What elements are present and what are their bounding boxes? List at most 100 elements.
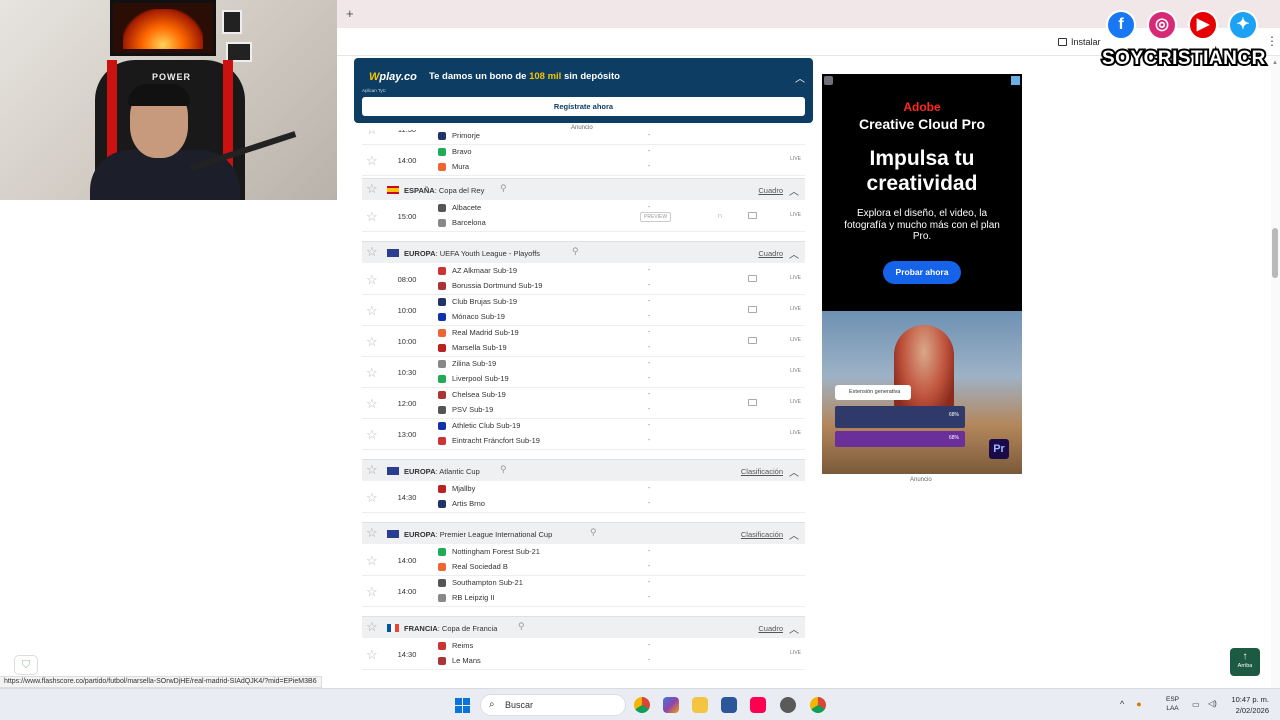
- league-link[interactable]: Cuadro: [758, 624, 783, 633]
- volume-icon[interactable]: ◁): [1208, 699, 1217, 708]
- pin-icon[interactable]: ⚲: [500, 183, 507, 194]
- tv-icon[interactable]: [748, 275, 757, 282]
- live-link[interactable]: LIVE: [790, 368, 801, 374]
- tv-icon[interactable]: [748, 337, 757, 344]
- store-icon[interactable]: [721, 697, 737, 713]
- register-button[interactable]: Regístrate ahora: [362, 97, 805, 116]
- match-row[interactable]: ☆ 14:30 Mjallby Artis Brno - -: [362, 482, 805, 513]
- favorite-star-icon[interactable]: ☆: [366, 365, 378, 381]
- collapse-icon[interactable]: ︿: [789, 527, 799, 542]
- favorite-star-icon[interactable]: ☆: [366, 244, 378, 260]
- live-link[interactable]: LIVE: [790, 399, 801, 405]
- tray-chevron-icon[interactable]: ^: [1120, 699, 1124, 709]
- promo-terms[interactable]: Aplican TyC: [362, 88, 386, 93]
- league-link[interactable]: Cuadro: [758, 249, 783, 258]
- tv-icon[interactable]: [748, 306, 757, 313]
- match-row[interactable]: ☆ 08:00 AZ Alkmaar Sub-19 Borussia Dortmund…: [362, 264, 805, 295]
- system-tray[interactable]: ^ ●: [1120, 699, 1142, 709]
- league-name[interactable]: FRANCIA: Copa de Francia: [404, 624, 497, 633]
- favorite-star-icon[interactable]: ☆: [366, 209, 378, 225]
- network-icon[interactable]: ▭: [1192, 700, 1200, 709]
- league-header[interactable]: ☆ ESPAÑA: Copa del Rey ⚲ Cuadro ︿: [362, 178, 805, 200]
- windows-start-icon[interactable]: [455, 698, 470, 713]
- league-link[interactable]: Clasificación: [741, 530, 783, 539]
- tv-icon[interactable]: [748, 399, 757, 406]
- ad-try-button[interactable]: Probar ahora: [883, 261, 961, 284]
- install-button[interactable]: Instalar: [1058, 34, 1101, 50]
- collapse-promo-icon[interactable]: ︿: [795, 70, 805, 85]
- live-link[interactable]: LIVE: [790, 156, 801, 162]
- pin-icon[interactable]: ⚲: [518, 621, 525, 632]
- match-row[interactable]: ☆ 14:00 Bravo Mura - - LIVE: [362, 145, 805, 176]
- live-link[interactable]: LIVE: [790, 650, 801, 656]
- favorite-star-icon[interactable]: ☆: [366, 584, 378, 600]
- live-link[interactable]: LIVE: [790, 306, 801, 312]
- collapse-icon[interactable]: ︿: [789, 621, 799, 636]
- league-header[interactable]: ☆ EUROPA: Premier League International Cu…: [362, 522, 805, 544]
- collapse-icon[interactable]: ︿: [789, 246, 799, 261]
- preview-badge[interactable]: PREVIEW: [640, 212, 672, 222]
- pin-icon[interactable]: ⚲: [572, 246, 579, 257]
- pin-icon[interactable]: ⚲: [500, 464, 507, 475]
- league-name[interactable]: EUROPA: Premier League International Cup: [404, 530, 552, 539]
- league-name[interactable]: EUROPA: Atlantic Cup: [404, 467, 480, 476]
- adobe-ad[interactable]: Adobe Creative Cloud Pro Impulsa tu creat…: [822, 74, 1022, 474]
- live-link[interactable]: LIVE: [790, 337, 801, 343]
- league-name[interactable]: ESPAÑA: Copa del Rey: [404, 186, 484, 195]
- taskbar-search[interactable]: ⌕ Buscar: [480, 694, 626, 716]
- collapse-icon[interactable]: ︿: [789, 464, 799, 479]
- recording-app-icon[interactable]: [780, 697, 796, 713]
- match-row[interactable]: ☆11:30KoperPrimorje--LIVE: [362, 130, 805, 145]
- tiktok-icon[interactable]: [750, 697, 766, 713]
- chrome-icon[interactable]: [634, 697, 650, 713]
- favorite-star-icon[interactable]: ☆: [366, 553, 378, 569]
- live-link[interactable]: LIVE: [790, 275, 801, 281]
- league-header[interactable]: ☆ FRANCIA: Copa de Francia ⚲ Cuadro ︿: [362, 616, 805, 638]
- live-link[interactable]: LIVE: [790, 130, 801, 131]
- favorite-star-icon[interactable]: ☆: [366, 334, 378, 350]
- file-explorer-icon[interactable]: [692, 697, 708, 713]
- shield-icon[interactable]: ⛉: [14, 655, 38, 675]
- tv-icon[interactable]: [748, 212, 757, 219]
- collapse-icon[interactable]: ︿: [789, 183, 799, 198]
- favorite-star-icon[interactable]: ☆: [366, 462, 378, 478]
- language-indicator[interactable]: ESP LAA: [1166, 695, 1179, 713]
- favorite-star-icon[interactable]: ☆: [366, 153, 378, 169]
- chrome-profile-icon[interactable]: [810, 697, 826, 713]
- m365-icon[interactable]: [663, 697, 679, 713]
- favorite-star-icon[interactable]: ☆: [366, 490, 378, 506]
- scroll-up-icon[interactable]: ▲: [1272, 60, 1278, 66]
- pin-icon[interactable]: ⚲: [590, 527, 597, 538]
- headphones-icon[interactable]: ∩: [717, 211, 723, 220]
- promo-banner[interactable]: Wplay.co Aplican TyC Te damos un bono de…: [354, 58, 813, 123]
- match-row[interactable]: ☆ 10:00 Club Brujas Sub-19 Mónaco Sub-19 - - L…: [362, 295, 805, 326]
- league-header[interactable]: ☆ EUROPA: Atlantic Cup ⚲ Clasificación ︿: [362, 459, 805, 481]
- favorite-star-icon[interactable]: ☆: [366, 525, 378, 541]
- favorite-star-icon[interactable]: ☆: [366, 396, 378, 412]
- favorite-star-icon[interactable]: ☆: [366, 130, 378, 138]
- page-scrollbar[interactable]: ▲: [1271, 56, 1280, 688]
- favorite-star-icon[interactable]: ☆: [366, 647, 378, 663]
- clock[interactable]: 10:47 p. m. 2/02/2026: [1225, 694, 1269, 716]
- match-row[interactable]: ☆ 14:00 Nottingham Forest Sub-21 Real Socie…: [362, 545, 805, 576]
- league-name[interactable]: EUROPA: UEFA Youth League - Playoffs: [404, 249, 540, 258]
- favorite-star-icon[interactable]: ☆: [366, 181, 378, 197]
- new-tab-button[interactable]: +: [346, 6, 354, 21]
- live-link[interactable]: LIVE: [790, 212, 801, 218]
- live-link[interactable]: LIVE: [790, 430, 801, 436]
- favorite-star-icon[interactable]: ☆: [366, 619, 378, 635]
- match-row[interactable]: ☆ 13:00 Athletic Club Sub-19 Eintracht Frán…: [362, 419, 805, 450]
- match-row[interactable]: ☆ 10:00 Real Madrid Sub-19 Marsella Sub-19 -…: [362, 326, 805, 357]
- match-row[interactable]: ☆ 14:30 Reims Le Mans - - LIVE: [362, 639, 805, 670]
- match-row[interactable]: ☆ 14:00 Southampton Sub-21 RB Leipzig II - -: [362, 576, 805, 607]
- league-header[interactable]: ☆ EUROPA: UEFA Youth League - Playoffs ⚲ Cu…: [362, 241, 805, 263]
- scrollbar-thumb[interactable]: [1272, 228, 1278, 278]
- league-link[interactable]: Clasificación: [741, 467, 783, 476]
- league-link[interactable]: Cuadro: [758, 186, 783, 195]
- match-row[interactable]: ☆ 12:00 Chelsea Sub-19 PSV Sub-19 - - LIVE: [362, 388, 805, 419]
- match-row[interactable]: ☆ 10:30 Zilina Sub-19 Liverpool Sub-19 - - LIV…: [362, 357, 805, 388]
- match-row[interactable]: ☆ 15:00 Albacete Barcelona - - PREVIEW ∩ LIVE: [362, 201, 805, 232]
- microphone-icon[interactable]: ●: [1136, 699, 1141, 709]
- favorite-star-icon[interactable]: ☆: [366, 272, 378, 288]
- back-to-top-button[interactable]: ↑ Arriba: [1230, 648, 1260, 676]
